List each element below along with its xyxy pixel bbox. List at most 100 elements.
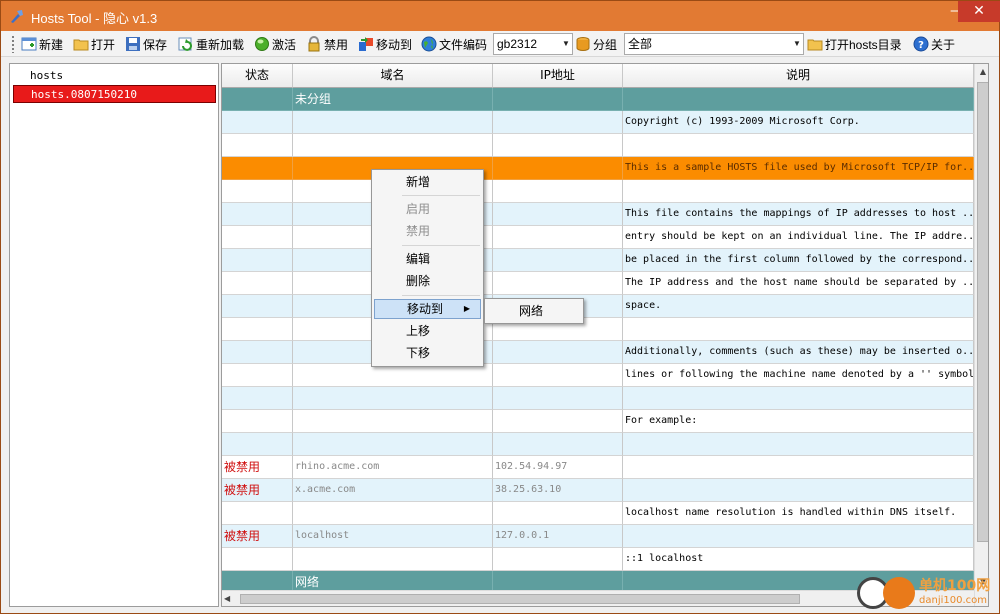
status-cell (222, 502, 293, 525)
domain-cell (293, 433, 493, 456)
about-label: 关于 (931, 37, 956, 52)
open-label: 打开 (91, 37, 116, 52)
tree-item-hosts-backup[interactable]: hosts.0807150210 (13, 85, 216, 103)
menu-item-add[interactable]: 新增 (374, 172, 481, 192)
menu-item-edit[interactable]: 编辑 (374, 249, 481, 269)
menu-item-move-up[interactable]: 上移 (374, 321, 481, 341)
new-button[interactable]: 新建 (21, 34, 63, 54)
table-row[interactable] (222, 387, 974, 410)
ip-cell (493, 134, 623, 157)
ip-cell (493, 111, 623, 134)
table-row[interactable]: 被禁用 localhost 127.0.0.1 (222, 525, 974, 548)
app-window: Hosts Tool - 隐心 v1.3 — ✕ 新建 打开 保存 重新加载 激… (0, 0, 1000, 614)
save-label: 保存 (143, 37, 168, 52)
encoding-select[interactable]: gb2312 ▼ (493, 33, 573, 55)
hosts-file-tree: hosts hosts.0807150210 (9, 63, 219, 607)
scroll-thumb[interactable] (977, 82, 988, 542)
table-row[interactable] (222, 318, 974, 341)
table-row[interactable]: Additionally, comments (such as these) m… (222, 341, 974, 364)
table-row[interactable]: entry should be kept on an individual li… (222, 226, 974, 249)
description-cell: lines or following the machine name deno… (623, 364, 974, 387)
scroll-left-icon[interactable]: ◀ (224, 591, 238, 606)
chevron-down-icon[interactable]: ▼ (560, 34, 572, 54)
domain-cell (293, 502, 493, 525)
table-row[interactable]: space. (222, 295, 974, 318)
group-select[interactable]: 全部 ▼ (624, 33, 804, 55)
domain-cell (293, 387, 493, 410)
menu-item-delete[interactable]: 删除 (374, 271, 481, 291)
table-row[interactable]: be placed in the first column followed b… (222, 249, 974, 272)
table-row[interactable]: localhost name resolution is handled wit… (222, 502, 974, 525)
menu-item-move-to[interactable]: 移动到 ▶ (374, 299, 481, 319)
column-header-domain[interactable]: 域名 (293, 64, 493, 88)
domain-cell (293, 111, 493, 134)
table-row[interactable]: Copyright (c) 1993-2009 Microsoft Corp. (222, 111, 974, 134)
table-row[interactable]: The IP address and the host name should … (222, 272, 974, 295)
menu-item-disable[interactable]: 禁用 (374, 221, 481, 241)
folder-icon (807, 39, 823, 51)
ip-cell (493, 410, 623, 433)
column-header-description[interactable]: 说明 (623, 64, 974, 88)
activate-button[interactable]: 激活 (254, 34, 296, 54)
column-header-status[interactable]: 状态 (222, 64, 293, 88)
table-row[interactable]: 被禁用 x.acme.com 38.25.63.10 (222, 479, 974, 502)
encoding-label: 文件编码 (439, 37, 488, 52)
move-icon (359, 37, 373, 51)
help-icon: ? (913, 36, 929, 52)
tree-item-label: hosts (30, 69, 64, 82)
column-header-ip[interactable]: IP地址 (493, 64, 623, 88)
domain-cell (293, 364, 493, 387)
save-button[interactable]: 保存 (125, 34, 167, 54)
domain-cell: rhino.acme.com (293, 456, 493, 479)
globe-icon (421, 36, 437, 52)
status-cell (222, 134, 293, 157)
open-hosts-dir-button[interactable]: 打开hosts目录 (807, 34, 902, 54)
title-bar[interactable]: Hosts Tool - 隐心 v1.3 — ✕ (1, 1, 1000, 31)
watermark-url: danji100.com (919, 595, 987, 606)
description-cell (623, 479, 974, 502)
watermark-title: 单机100网 (919, 578, 991, 594)
disable-button[interactable]: 禁用 (306, 34, 348, 54)
menu-separator (402, 245, 480, 246)
description-cell: space. (623, 295, 974, 318)
table-row[interactable]: This file contains the mappings of IP ad… (222, 203, 974, 226)
toolbar-grip[interactable] (11, 35, 15, 53)
ip-cell (493, 433, 623, 456)
about-button[interactable]: ? 关于 (913, 34, 955, 54)
tree-item-hosts[interactable]: hosts (13, 67, 216, 85)
domain-cell: localhost (293, 525, 493, 548)
description-cell (623, 456, 974, 479)
description-cell: Copyright (c) 1993-2009 Microsoft Corp. (623, 111, 974, 134)
vertical-scrollbar[interactable]: ▲ ▼ (974, 64, 988, 606)
table-row[interactable]: ::1 localhost (222, 548, 974, 571)
table-row[interactable] (222, 134, 974, 157)
open-button[interactable]: 打开 (73, 34, 115, 54)
close-button[interactable]: ✕ (958, 1, 1000, 22)
menu-item-enable[interactable]: 启用 (374, 199, 481, 219)
move-to-button[interactable]: 移动到 (358, 34, 412, 54)
submenu-arrow-icon: ▶ (463, 304, 470, 313)
table-row[interactable] (222, 180, 974, 203)
ip-cell (493, 502, 623, 525)
table-row[interactable]: lines or following the machine name deno… (222, 364, 974, 387)
status-cell (222, 341, 293, 364)
reload-button[interactable]: 重新加载 (178, 34, 244, 54)
new-icon (21, 37, 37, 51)
table-row[interactable]: 被禁用 rhino.acme.com 102.54.94.97 (222, 456, 974, 479)
description-cell: The IP address and the host name should … (623, 272, 974, 295)
chevron-down-icon[interactable]: ▼ (791, 34, 803, 54)
table-row[interactable]: For example: (222, 410, 974, 433)
status-cell (222, 387, 293, 410)
submenu-item-network[interactable]: 网络 (487, 301, 581, 321)
menu-item-move-down[interactable]: 下移 (374, 343, 481, 363)
table-row[interactable] (222, 433, 974, 456)
description-cell (623, 88, 974, 111)
database-icon (576, 37, 590, 51)
scroll-up-icon[interactable]: ▲ (975, 64, 988, 80)
encoding-value: gb2312 (497, 37, 538, 51)
app-icon (11, 10, 23, 23)
hscroll-thumb[interactable] (240, 594, 800, 604)
group-row[interactable]: 未分组 (222, 88, 974, 111)
status-cell (222, 272, 293, 295)
table-row[interactable]: This is a sample HOSTS file used by Micr… (222, 157, 974, 180)
